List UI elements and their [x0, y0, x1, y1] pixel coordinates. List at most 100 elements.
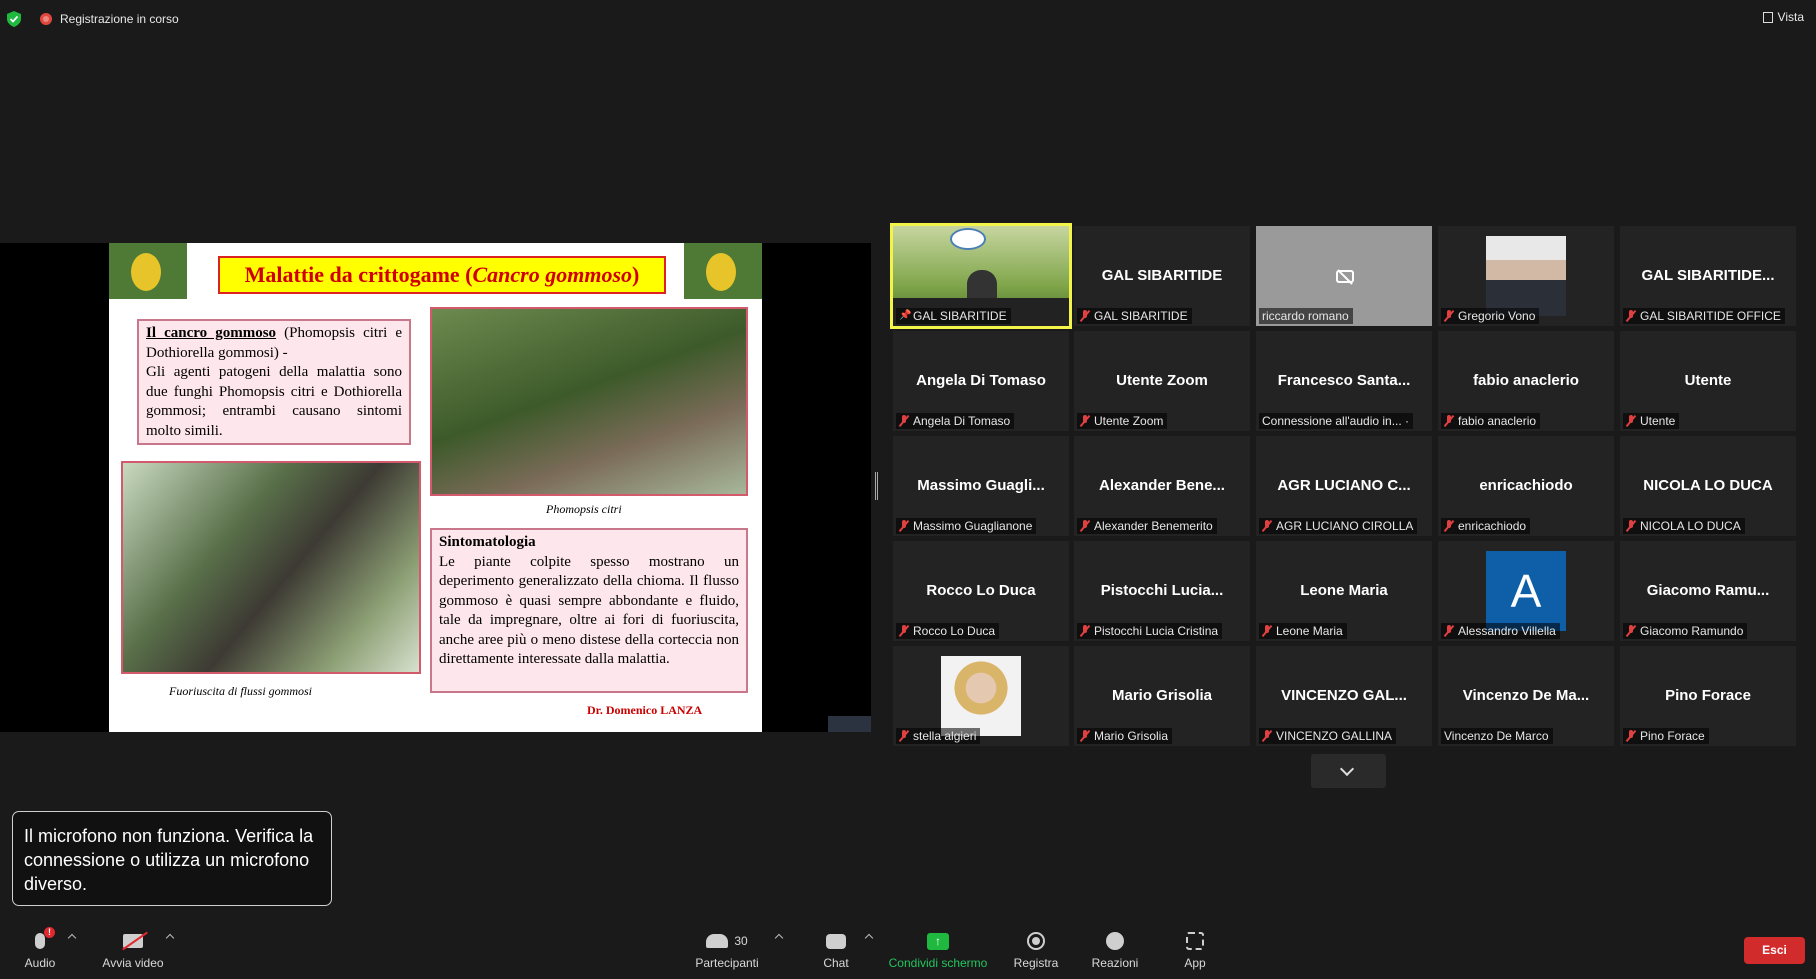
participant-label-text: enricachiodo [1458, 519, 1527, 533]
apps-button[interactable]: App [1178, 929, 1212, 970]
mic-muted-icon [1626, 625, 1636, 637]
lemon-image-left [109, 243, 187, 299]
participant-tile[interactable]: Vincenzo De Ma... Vincenzo De Marco [1438, 646, 1614, 746]
chat-options-caret[interactable] [864, 933, 874, 943]
participant-name-label: GAL SIBARITIDE [1077, 308, 1192, 324]
audio-options-caret[interactable] [67, 933, 77, 943]
participant-display-name: GAL SIBARITIDE... [1641, 267, 1775, 284]
exit-button[interactable]: Esci [1744, 937, 1805, 964]
participant-label-text: Utente [1640, 414, 1676, 428]
participant-tile[interactable]: riccardo romano [1256, 226, 1432, 326]
mic-muted-icon [899, 520, 909, 532]
participant-tile[interactable]: VINCENZO GAL... VINCENZO GALLINA [1256, 646, 1432, 746]
reactions-button[interactable]: Reazioni [1089, 929, 1141, 970]
participant-tile[interactable]: Gregorio Vono [1438, 226, 1614, 326]
presentation-slide: Malattie da crittogame (Cancro gommoso) … [109, 243, 762, 732]
participant-name-label: Alessandro Villella [1441, 623, 1560, 639]
participant-tile[interactable]: Pistocchi Lucia... Pistocchi Lucia Cristi… [1074, 541, 1250, 641]
participant-name-label: Alexander Benemerito [1077, 518, 1217, 534]
slide-text-box-sintomatologia: Sintomatologia Le piante colpite spesso … [430, 528, 748, 693]
participant-label-text: Giacomo Ramundo [1640, 624, 1744, 638]
participant-tile[interactable]: 📌 GAL SIBARITIDE [890, 223, 1072, 329]
participant-tile[interactable]: A Alessandro Villella [1438, 541, 1614, 641]
video-off-icon [123, 934, 143, 948]
participant-label-text: Alessandro Villella [1458, 624, 1556, 638]
mic-muted-icon [1080, 310, 1090, 322]
top-bar: Registrazione in corso Vista [0, 0, 1816, 36]
participant-name-label: Vincenzo De Marco [1441, 728, 1553, 744]
participant-display-name: enricachiodo [1479, 477, 1573, 494]
participants-count: 30 [734, 934, 748, 948]
participant-label-text: Mario Grisolia [1094, 729, 1169, 743]
participant-tile[interactable]: GAL SIBARITIDE GAL SIBARITIDE [1074, 226, 1250, 326]
participant-name-label: Angela Di Tomaso [896, 413, 1015, 429]
participant-tile[interactable]: Giacomo Ramu... Giacomo Ramundo [1620, 541, 1796, 641]
mic-muted-icon [1444, 520, 1454, 532]
participant-tile[interactable]: AGR LUCIANO C... AGR LUCIANO CIROLLA [1256, 436, 1432, 536]
view-icon [1762, 11, 1773, 23]
participant-tile[interactable]: Massimo Guagli... Massimo Guaglianone [893, 436, 1069, 536]
participant-label-text: VINCENZO GALLINA [1276, 729, 1393, 743]
participant-label-text: Utente Zoom [1094, 414, 1164, 428]
participant-name-label: Leone Maria [1259, 623, 1347, 639]
mic-muted-icon [899, 625, 909, 637]
participant-name-label: riccardo romano [1259, 308, 1353, 324]
participant-tile[interactable]: Angela Di Tomaso Angela Di Tomaso [893, 331, 1069, 431]
mic-muted-icon [1444, 625, 1454, 637]
recording-status[interactable]: Registrazione in corso [40, 12, 179, 26]
share-screen-icon: ↑ [927, 932, 949, 950]
audio-button[interactable]: ! Audio [22, 927, 58, 970]
participant-tile[interactable]: enricachiodo enricachiodo [1438, 436, 1614, 536]
participant-label-text: Alexander Benemerito [1094, 519, 1213, 533]
participants-button[interactable]: 30 Partecipanti [690, 929, 764, 970]
participant-avatar: A [1486, 551, 1566, 631]
video-options-caret[interactable] [165, 933, 175, 943]
record-button[interactable]: Registra [1010, 929, 1062, 970]
participant-tile[interactable]: stella algieri [893, 646, 1069, 746]
participant-tile[interactable]: NICOLA LO DUCA NICOLA LO DUCA [1620, 436, 1796, 536]
participant-tile[interactable]: Rocco Lo Duca Rocco Lo Duca [893, 541, 1069, 641]
gallery-next-page-button[interactable] [1311, 754, 1386, 788]
participant-tile[interactable]: GAL SIBARITIDE... GAL SIBARITIDE OFFICE [1620, 226, 1796, 326]
participants-icon [706, 934, 729, 948]
participant-label-text: Pino Forace [1640, 729, 1705, 743]
participant-name-label: 📌 GAL SIBARITIDE [896, 308, 1011, 324]
chat-button[interactable]: Chat [816, 929, 856, 970]
participant-tile[interactable]: fabio anaclerio fabio anaclerio [1438, 331, 1614, 431]
participant-label-text: NICOLA LO DUCA [1640, 519, 1741, 533]
resize-handle[interactable] [875, 472, 878, 500]
participant-display-name: Giacomo Ramu... [1646, 582, 1770, 599]
view-button[interactable]: Vista [1762, 10, 1804, 24]
mic-alert-badge: ! [44, 927, 55, 938]
share-screen-button[interactable]: ↑ Condividi schermo [886, 929, 990, 970]
participant-tile[interactable]: Leone Maria Leone Maria [1256, 541, 1432, 641]
mic-muted-icon [1626, 310, 1636, 322]
participant-tile[interactable]: Utente Zoom Utente Zoom [1074, 331, 1250, 431]
participant-display-name: Mario Grisolia [1111, 687, 1213, 704]
participant-name-label: GAL SIBARITIDE OFFICE [1623, 308, 1785, 324]
participant-tile[interactable]: Mario Grisolia Mario Grisolia [1074, 646, 1250, 746]
chat-label: Chat [823, 956, 849, 970]
participant-display-name: Vincenzo De Ma... [1462, 687, 1590, 704]
camera-off-icon [1336, 270, 1354, 283]
lemon-image-right [684, 243, 762, 299]
participant-display-name: fabio anaclerio [1473, 372, 1579, 389]
participant-tile[interactable]: Pino Forace Pino Forace [1620, 646, 1796, 746]
participant-name-label: AGR LUCIANO CIROLLA [1259, 518, 1418, 534]
participants-label: Partecipanti [695, 956, 759, 970]
participant-tile[interactable]: Francesco Santa... Connessione all'audio … [1256, 331, 1432, 431]
participant-tile[interactable]: Alexander Bene... Alexander Benemerito [1074, 436, 1250, 536]
shield-icon[interactable] [7, 11, 21, 27]
meeting-toolbar: ! Audio Avvia video 30 Partecipanti Chat… [0, 919, 1816, 979]
participant-tile[interactable]: Utente Utente [1620, 331, 1796, 431]
participant-display-name: Angela Di Tomaso [916, 372, 1046, 389]
participants-options-caret[interactable] [774, 933, 784, 943]
reactions-label: Reazioni [1091, 956, 1139, 970]
participant-name-label: VINCENZO GALLINA [1259, 728, 1397, 744]
mic-muted-icon [1626, 415, 1636, 427]
participant-label-text: GAL SIBARITIDE [1094, 309, 1188, 323]
share-screen-label: Condividi schermo [888, 956, 988, 970]
participant-label-text: GAL SIBARITIDE OFFICE [1640, 309, 1781, 323]
mic-muted-icon [1444, 415, 1454, 427]
start-video-button[interactable]: Avvia video [100, 929, 166, 970]
